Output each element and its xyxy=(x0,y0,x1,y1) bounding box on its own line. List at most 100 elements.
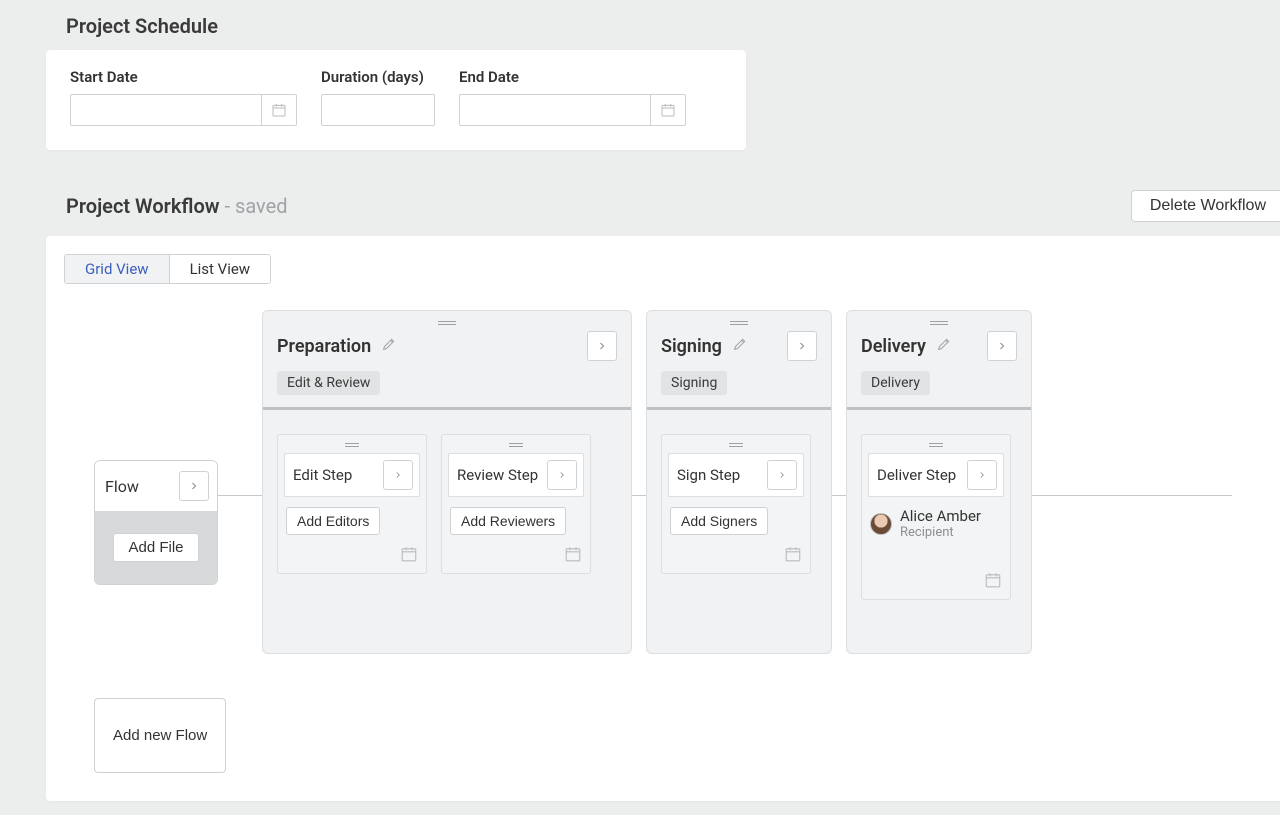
stage-delivery-title: Delivery xyxy=(861,336,926,357)
calendar-icon xyxy=(564,545,582,563)
stage-preparation: Preparation Edit & Review xyxy=(262,310,632,654)
step-drag-handle[interactable] xyxy=(278,435,426,449)
workflow-panel: Grid View List View Flow xyxy=(46,236,1280,801)
step-schedule-button[interactable] xyxy=(564,545,582,567)
chevron-right-icon xyxy=(393,470,403,480)
step-card-edit: Edit Step Add Editors xyxy=(277,434,427,574)
step-review-title: Review Step xyxy=(457,466,538,484)
stage-preparation-tag: Edit & Review xyxy=(277,371,380,395)
calendar-icon xyxy=(984,571,1002,589)
pencil-icon xyxy=(381,336,397,352)
chevron-right-icon xyxy=(188,480,200,492)
add-new-flow-label: Add new Flow xyxy=(113,727,207,744)
grid-view-label: Grid View xyxy=(85,260,149,278)
view-toggle: Grid View List View xyxy=(64,254,271,284)
connector-line xyxy=(1032,495,1232,496)
grid-view-toggle[interactable]: Grid View xyxy=(65,255,169,283)
calendar-icon xyxy=(660,102,676,118)
avatar xyxy=(870,513,892,535)
stage-preparation-title: Preparation xyxy=(277,336,371,357)
step-schedule-button[interactable] xyxy=(784,545,802,567)
start-date-input[interactable] xyxy=(70,94,262,126)
add-editors-button[interactable]: Add Editors xyxy=(286,507,380,535)
participant-row: Alice Amber Recipient xyxy=(870,507,1002,540)
add-signers-label: Add Signers xyxy=(681,513,757,529)
add-reviewers-button[interactable]: Add Reviewers xyxy=(450,507,566,535)
step-expand-button[interactable] xyxy=(383,460,413,490)
stage-signing-tag: Signing xyxy=(661,371,727,395)
stage-expand-button[interactable] xyxy=(587,331,617,361)
step-deliver-title: Deliver Step xyxy=(877,466,956,484)
calendar-icon xyxy=(784,545,802,563)
step-drag-handle[interactable] xyxy=(862,435,1010,449)
end-date-calendar-button[interactable] xyxy=(650,94,686,126)
start-date-calendar-button[interactable] xyxy=(261,94,297,126)
list-view-label: List View xyxy=(190,260,251,278)
stage-signing-title: Signing xyxy=(661,336,722,357)
step-card-review: Review Step Add Reviewers xyxy=(441,434,591,574)
step-card-sign: Sign Step Add Signers xyxy=(661,434,811,574)
flow-card: Flow Add File xyxy=(94,460,218,585)
section-title-workflow: Project Workflow - saved xyxy=(66,194,288,218)
connector-line xyxy=(218,495,262,496)
stage-drag-handle[interactable] xyxy=(847,311,1031,327)
pencil-icon xyxy=(936,336,952,352)
add-signers-button[interactable]: Add Signers xyxy=(670,507,768,535)
duration-field: Duration (days) xyxy=(321,68,435,126)
step-schedule-button[interactable] xyxy=(400,545,418,567)
step-sign-title: Sign Step xyxy=(677,466,740,484)
workflow-title-text: Project Workflow xyxy=(66,194,220,218)
step-expand-button[interactable] xyxy=(967,460,997,490)
chevron-right-icon xyxy=(777,470,787,480)
step-drag-handle[interactable] xyxy=(442,435,590,449)
stage-expand-button[interactable] xyxy=(787,331,817,361)
flow-expand-button[interactable] xyxy=(179,471,209,501)
step-expand-button[interactable] xyxy=(547,460,577,490)
step-schedule-button[interactable] xyxy=(984,571,1002,593)
chevron-right-icon xyxy=(596,340,608,352)
end-date-field: End Date xyxy=(459,68,686,126)
calendar-icon xyxy=(271,102,287,118)
add-file-button[interactable]: Add File xyxy=(113,533,198,562)
duration-label: Duration (days) xyxy=(321,68,435,86)
chevron-right-icon xyxy=(796,340,808,352)
add-reviewers-label: Add Reviewers xyxy=(461,513,555,529)
edit-stage-button[interactable] xyxy=(381,336,397,356)
edit-stage-button[interactable] xyxy=(936,336,952,356)
stage-delivery-tag: Delivery xyxy=(861,371,930,395)
participant-role: Recipient xyxy=(900,525,981,540)
step-edit-title: Edit Step xyxy=(293,466,352,484)
stage-expand-button[interactable] xyxy=(987,331,1017,361)
schedule-panel: Start Date Duration (days) End Date xyxy=(46,50,746,150)
chevron-right-icon xyxy=(557,470,567,480)
pencil-icon xyxy=(732,336,748,352)
connector-line xyxy=(632,495,646,496)
edit-stage-button[interactable] xyxy=(732,336,748,356)
chevron-right-icon xyxy=(996,340,1008,352)
stage-drag-handle[interactable] xyxy=(647,311,831,327)
step-drag-handle[interactable] xyxy=(662,435,810,449)
delete-workflow-button[interactable]: Delete Workflow xyxy=(1131,190,1280,222)
workflow-board: Flow Add File Preparation xyxy=(64,310,1280,660)
end-date-input[interactable] xyxy=(459,94,651,126)
end-date-label: End Date xyxy=(459,68,686,86)
chevron-right-icon xyxy=(977,470,987,480)
calendar-icon xyxy=(400,545,418,563)
list-view-toggle[interactable]: List View xyxy=(169,255,271,283)
step-card-deliver: Deliver Step Alice Amber Recipient xyxy=(861,434,1011,600)
stage-drag-handle[interactable] xyxy=(263,311,631,327)
stage-signing: Signing Signing Sign Step xyxy=(646,310,832,654)
connector-line xyxy=(832,495,846,496)
flow-card-title: Flow xyxy=(105,477,139,496)
start-date-label: Start Date xyxy=(70,68,297,86)
section-title-schedule: Project Schedule xyxy=(66,14,1280,38)
add-new-flow-button[interactable]: Add new Flow xyxy=(94,698,226,773)
add-editors-label: Add Editors xyxy=(297,513,369,529)
step-expand-button[interactable] xyxy=(767,460,797,490)
duration-input[interactable] xyxy=(321,94,435,126)
workflow-status-suffix: - saved xyxy=(225,194,288,218)
schedule-title-text: Project Schedule xyxy=(66,14,218,38)
stage-delivery: Delivery Delivery Deliver S xyxy=(846,310,1032,654)
start-date-field: Start Date xyxy=(70,68,297,126)
delete-workflow-label: Delete Workflow xyxy=(1150,197,1266,214)
